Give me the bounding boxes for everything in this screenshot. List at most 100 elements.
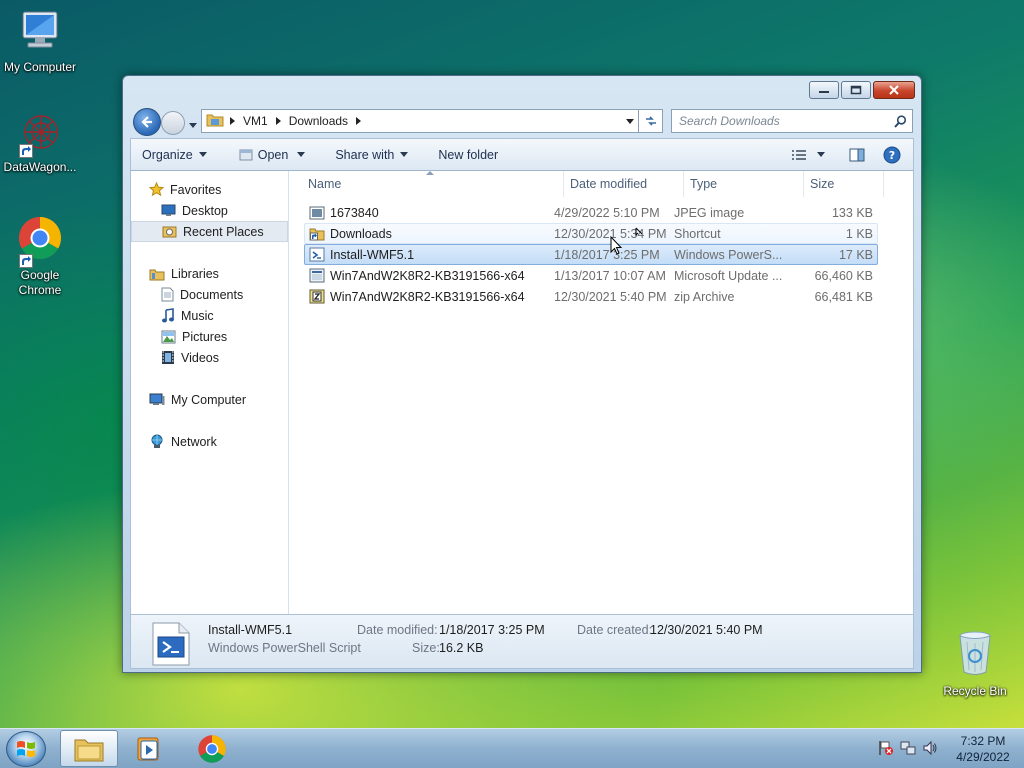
start-button[interactable] bbox=[6, 731, 46, 767]
address-bar[interactable]: VM1 Downloads bbox=[201, 109, 639, 133]
clock[interactable]: 7:32 PM 4/29/2022 bbox=[948, 733, 1018, 765]
nav-item-network[interactable]: Network bbox=[131, 431, 288, 452]
desktop-icon-datawagon[interactable]: DataWagon... bbox=[0, 112, 80, 175]
shortcut-arrow-icon bbox=[19, 144, 33, 158]
minimize-button[interactable] bbox=[809, 81, 839, 99]
desktop-icon-google-chrome[interactable]: Google Chrome bbox=[0, 216, 80, 298]
chevron-right-icon[interactable] bbox=[356, 117, 362, 125]
chevron-down-icon bbox=[189, 123, 197, 128]
desktop-icon-label: DataWagon... bbox=[3, 160, 77, 174]
action-center-flag-icon[interactable] bbox=[878, 740, 894, 759]
chevron-right-icon[interactable] bbox=[275, 117, 281, 125]
nav-item-libraries[interactable]: Libraries bbox=[131, 263, 288, 284]
details-size-label: Size: bbox=[412, 641, 440, 655]
file-row[interactable]: Win7AndW2K8R2-KB3191566-x64 12/30/2021 5… bbox=[304, 286, 878, 307]
taskbar-chrome-button[interactable] bbox=[183, 730, 241, 767]
taskbar-explorer-button[interactable] bbox=[60, 730, 118, 767]
powershell-script-icon bbox=[309, 247, 325, 262]
minimize-icon bbox=[819, 91, 829, 93]
chevron-down-icon bbox=[297, 152, 306, 157]
folder-icon bbox=[74, 739, 104, 761]
nav-item-pictures[interactable]: Pictures bbox=[131, 326, 288, 347]
nav-item-videos[interactable]: Videos bbox=[131, 347, 288, 368]
clock-date: 4/29/2022 bbox=[956, 750, 1010, 764]
desktop-icon-my-computer[interactable]: My Computer bbox=[0, 8, 80, 75]
mouse-cursor-icon bbox=[610, 235, 624, 259]
desktop-icon-label: Google Chrome bbox=[18, 268, 62, 297]
details-date-modified: 1/18/2017 3:25 PM bbox=[439, 623, 545, 637]
desktop-icon-recycle-bin[interactable]: Recycle Bin bbox=[935, 628, 1015, 699]
chrome-icon bbox=[198, 734, 226, 763]
column-header-size[interactable]: Size bbox=[804, 171, 884, 197]
preview-pane-button[interactable] bbox=[831, 139, 875, 170]
help-button[interactable]: ? bbox=[875, 139, 913, 170]
powershell-script-large-icon bbox=[151, 621, 191, 670]
network-status-icon[interactable] bbox=[900, 740, 916, 759]
organize-button[interactable]: Organize bbox=[131, 139, 217, 170]
breadcrumb-item-vm1[interactable]: VM1 bbox=[243, 114, 281, 128]
column-header-type[interactable]: Type bbox=[684, 171, 804, 197]
chevron-down-icon bbox=[400, 152, 409, 157]
back-arrow-icon bbox=[141, 116, 152, 128]
chevron-down-icon bbox=[198, 152, 207, 157]
computer-icon bbox=[149, 393, 165, 407]
file-row[interactable]: Downloads 12/30/2021 5:34 PM Shortcut 1 … bbox=[304, 223, 878, 244]
search-icon[interactable] bbox=[894, 115, 907, 131]
command-bar: Organize Open Share with New folder ? bbox=[130, 138, 914, 171]
navigation-bar: VM1 Downloads Search Downloads bbox=[131, 106, 913, 136]
refresh-button[interactable] bbox=[639, 109, 663, 133]
recycle-bin-icon bbox=[935, 628, 1015, 682]
details-date-modified-label: Date modified: bbox=[357, 623, 438, 637]
nav-item-documents[interactable]: Documents bbox=[131, 284, 288, 305]
maximize-button[interactable] bbox=[841, 81, 871, 99]
address-dropdown[interactable] bbox=[626, 119, 634, 124]
shortcut-arrow-icon bbox=[19, 254, 33, 268]
back-button[interactable] bbox=[133, 108, 161, 136]
file-row[interactable]: Win7AndW2K8R2-KB3191566-x64 1/13/2017 10… bbox=[304, 265, 878, 286]
chrome-icon bbox=[17, 216, 63, 268]
svg-text:?: ? bbox=[889, 149, 895, 162]
change-view-button[interactable] bbox=[785, 139, 831, 170]
nav-item-my-computer[interactable]: My Computer bbox=[131, 389, 288, 410]
open-button[interactable]: Open bbox=[229, 139, 316, 170]
share-with-button[interactable]: Share with bbox=[325, 139, 418, 170]
recent-pages-dropdown[interactable] bbox=[189, 118, 197, 132]
documents-icon bbox=[161, 287, 174, 302]
details-pane: Install-WMF5.1 Windows PowerShell Script… bbox=[130, 614, 914, 669]
network-icon bbox=[149, 434, 165, 449]
search-input[interactable]: Search Downloads bbox=[671, 109, 913, 133]
nav-item-recent-places[interactable]: Recent Places bbox=[131, 221, 288, 242]
star-icon bbox=[149, 182, 164, 197]
nav-item-favorites[interactable]: Favorites bbox=[131, 179, 288, 200]
desktop-icon-label: My Computer bbox=[3, 60, 77, 74]
nav-item-desktop[interactable]: Desktop bbox=[131, 200, 288, 221]
open-icon bbox=[239, 148, 253, 162]
forward-button[interactable] bbox=[161, 111, 185, 135]
taskbar: 7:32 PM 4/29/2022 bbox=[0, 728, 1024, 768]
column-header-date-modified[interactable]: Date modified bbox=[564, 171, 684, 197]
music-icon bbox=[161, 308, 175, 323]
breadcrumb-item-downloads[interactable]: Downloads bbox=[289, 114, 362, 128]
media-player-icon bbox=[137, 737, 159, 760]
desktop-icon-label: Recycle Bin bbox=[943, 684, 1007, 698]
breadcrumb-root-arrow[interactable] bbox=[230, 117, 235, 125]
caption-buttons bbox=[809, 81, 915, 99]
new-folder-button[interactable]: New folder bbox=[428, 139, 508, 170]
content-area: Favorites Desktop Recent Places Librarie… bbox=[130, 171, 914, 614]
navigation-pane: Favorites Desktop Recent Places Librarie… bbox=[131, 171, 289, 614]
details-file-name: Install-WMF5.1 bbox=[208, 623, 293, 637]
close-button[interactable] bbox=[873, 81, 915, 99]
refresh-icon bbox=[645, 116, 656, 126]
libraries-icon bbox=[149, 267, 165, 281]
file-row[interactable]: Install-WMF5.1 1/18/2017 3:25 PM Windows… bbox=[304, 244, 878, 265]
file-row[interactable]: 1673840 4/29/2022 5:10 PM JPEG image 133… bbox=[304, 202, 878, 223]
computer-icon bbox=[0, 8, 80, 58]
taskbar-media-player-button[interactable] bbox=[120, 730, 178, 767]
volume-icon[interactable] bbox=[922, 740, 938, 759]
zip-icon bbox=[309, 289, 325, 304]
explorer-window: VM1 Downloads Search Downloads Organize … bbox=[122, 75, 922, 673]
windows-logo-icon bbox=[17, 741, 35, 757]
nav-item-music[interactable]: Music bbox=[131, 305, 288, 326]
details-date-created-label: Date created: bbox=[577, 623, 653, 637]
videos-icon bbox=[161, 350, 175, 365]
